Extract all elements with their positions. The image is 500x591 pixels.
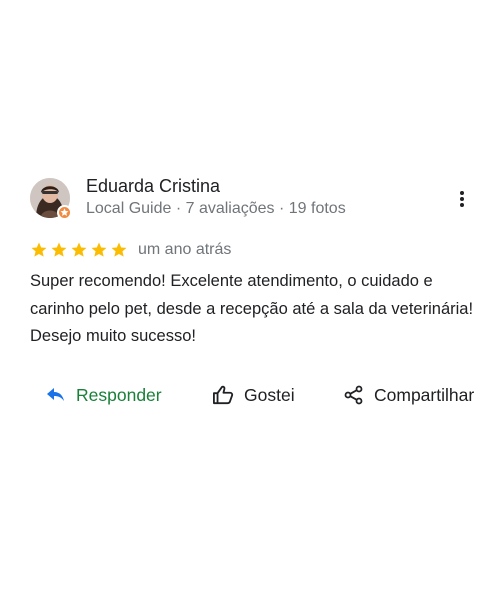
review-date: um ano atrás bbox=[138, 241, 232, 258]
author-name[interactable]: Eduarda Cristina bbox=[86, 176, 220, 196]
share-label: Compartilhar bbox=[374, 384, 475, 405]
review-text: Super recomendo! Excelente atendimento, … bbox=[30, 272, 474, 345]
thumb-up-icon bbox=[213, 385, 234, 405]
reply-arrow-icon bbox=[47, 388, 64, 401]
review-header: Eduarda Cristina Local Guide · 7 avaliaç… bbox=[30, 176, 480, 220]
star-icon bbox=[31, 242, 47, 257]
star-icon bbox=[51, 242, 67, 257]
like-label: Gostei bbox=[244, 384, 295, 405]
share-button[interactable]: Compartilhar bbox=[344, 380, 474, 410]
reply-label: Responder bbox=[76, 384, 162, 405]
local-guide-badge-icon bbox=[57, 205, 72, 220]
star-rating bbox=[30, 241, 128, 259]
like-button[interactable]: Gostei bbox=[212, 380, 295, 410]
reply-button[interactable]: Responder bbox=[46, 380, 162, 410]
review-actions: Responder Gostei Compartilhar bbox=[30, 380, 495, 410]
more-options-button[interactable] bbox=[450, 184, 474, 214]
rating-row: um ano atrás bbox=[30, 240, 231, 260]
avatar[interactable] bbox=[30, 178, 72, 220]
share-icon bbox=[344, 385, 363, 405]
author-meta: Local Guide · 7 avaliações · 19 fotos bbox=[86, 200, 346, 217]
star-icon bbox=[91, 242, 107, 257]
star-icon bbox=[111, 242, 127, 257]
star-icon bbox=[71, 242, 87, 257]
review-card: Eduarda Cristina Local Guide · 7 avaliaç… bbox=[0, 0, 500, 591]
more-vert-icon bbox=[460, 191, 464, 207]
